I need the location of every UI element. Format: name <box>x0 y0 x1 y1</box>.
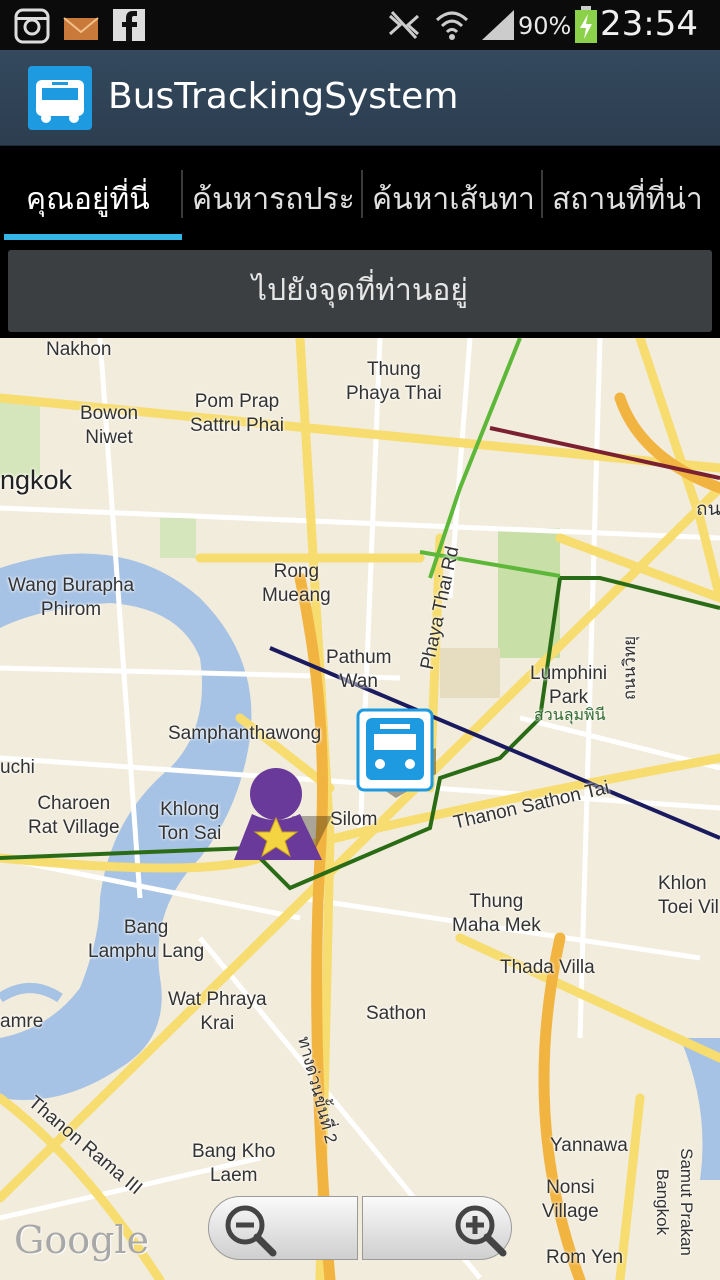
mute-icon <box>386 8 422 46</box>
zoom-out-icon <box>225 1205 277 1257</box>
button-area: ไปยังจุดที่ท่านอยู่ <box>0 242 720 338</box>
zoom-out-button[interactable] <box>208 1196 358 1260</box>
tab-divider <box>361 170 363 218</box>
map-label: Khlong Ton Sai <box>158 799 222 844</box>
clock: 23:54 <box>600 4 698 44</box>
zoom-controls <box>208 1196 512 1260</box>
map-label: Rom Yen <box>546 1247 624 1268</box>
tab-bar: คุณอยู่ที่นี่ ค้นหารถประ ค้นหาเส้นทา สถา… <box>0 146 720 242</box>
map-label: Nakhon <box>46 339 112 360</box>
map-label: Samut Prakan Bangkok <box>652 1148 696 1256</box>
tab-label: ค้นหาเส้นทา <box>372 182 535 217</box>
map-label: สวนลุมพินี <box>534 707 606 724</box>
map-label: Bang Kho Laem <box>192 1141 276 1186</box>
map-label: Bang Lamphu Lang <box>88 917 205 962</box>
zoom-in-button[interactable] <box>362 1196 512 1260</box>
signal-icon <box>480 8 516 46</box>
map-view[interactable]: Nakhon Thung Phaya Thai Bowon Niwet Pom … <box>0 338 720 1280</box>
map-label: Pom Prap Sattru Phai <box>190 391 284 436</box>
wifi-icon <box>434 8 470 46</box>
user-location-icon[interactable] <box>232 766 332 866</box>
tab-you-are-here[interactable]: คุณอยู่ที่นี่ <box>4 146 180 242</box>
map-label: Pathum Wan <box>326 647 392 692</box>
map-label: Charoen Rat Village <box>28 793 120 838</box>
battery-charging-icon <box>574 6 598 48</box>
map-label: Khlon Toei Vil <box>658 873 719 918</box>
map-label: Bowon Niwet <box>80 403 139 448</box>
map-label: Yannawa <box>550 1135 628 1156</box>
status-bar: 90% 23:54 <box>0 0 720 50</box>
map-label: Thung Maha Mek <box>452 891 541 936</box>
tab-label: ค้นหารถประ <box>192 182 355 217</box>
map-label: amre <box>0 1011 44 1032</box>
action-bar: BusTrackingSystem <box>0 50 720 146</box>
tab-label: สถานที่ที่น่า <box>552 182 703 217</box>
google-attribution: Google <box>14 1218 150 1262</box>
map-label: Sathon <box>366 1003 427 1024</box>
go-to-my-location-button[interactable]: ไปยังจุดที่ท่านอยู่ <box>8 250 712 332</box>
map-label: Thada Villa <box>500 957 595 978</box>
tab-divider <box>541 170 543 218</box>
map-label: ถนนวิทยุ <box>620 635 640 701</box>
tab-label: คุณอยู่ที่นี่ <box>26 182 150 217</box>
tab-search-bus[interactable]: ค้นหารถประ <box>184 146 360 242</box>
instagram-icon <box>14 8 50 48</box>
active-tab-indicator <box>4 234 182 240</box>
map-label: Thung Phaya Thai <box>346 359 442 404</box>
map-label: Wang Burapha Phirom <box>8 575 135 620</box>
map-label: Silom <box>330 809 378 830</box>
map-label: Lumphini Park <box>530 663 608 708</box>
map-label: Rong Mueang <box>262 561 331 606</box>
map-label: Nonsi Village <box>542 1177 599 1222</box>
mail-icon <box>62 8 100 48</box>
map-label: uchi <box>0 757 35 778</box>
tab-divider <box>181 170 183 218</box>
bus-icon <box>28 66 92 130</box>
bus-marker-icon[interactable] <box>356 708 436 798</box>
zoom-in-icon <box>455 1205 507 1257</box>
app-title: BusTrackingSystem <box>108 76 459 117</box>
map-label: Samphanthawong <box>168 723 322 744</box>
map-label: ถน <box>696 499 720 520</box>
tab-places[interactable]: สถานที่ที่น่า <box>544 146 720 242</box>
battery-percent: 90% <box>518 12 572 40</box>
facebook-icon <box>112 8 146 46</box>
tab-search-route[interactable]: ค้นหาเส้นทา <box>364 146 540 242</box>
map-label: ngkok <box>0 465 73 495</box>
map-label: Wat Phraya Krai <box>168 989 267 1034</box>
